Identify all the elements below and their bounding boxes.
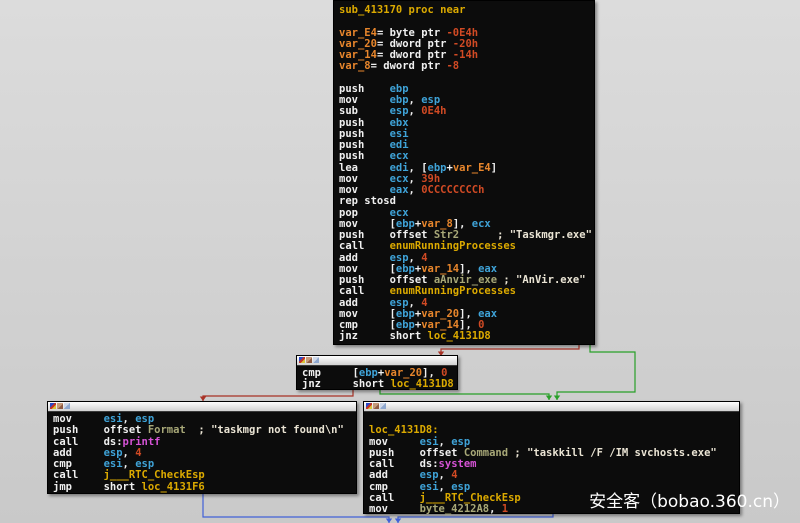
node-frame-icon[interactable] <box>313 357 319 363</box>
node-text-icon[interactable] <box>57 403 63 409</box>
node-palette-icon[interactable] <box>50 403 56 409</box>
edge-cmp-true-branch-arrowhead <box>546 396 552 401</box>
edge-left-jmp <box>203 494 389 523</box>
ida-graph-view[interactable]: sub_413170 proc near var_E4= byte ptr -0… <box>0 0 800 523</box>
edge-right-fallthrough <box>398 514 553 523</box>
code-line[interactable]: sub_413170 proc near <box>339 5 589 16</box>
edge-right-fallthrough-arrowhead <box>395 519 401 523</box>
basic-block-entry[interactable]: sub_413170 proc near var_E4= byte ptr -0… <box>333 0 595 345</box>
node-frame-icon[interactable] <box>64 403 70 409</box>
node-frame-icon[interactable] <box>380 403 386 409</box>
node-text-icon[interactable] <box>306 357 312 363</box>
watermark-text: 安全客（bobao.360.cn） <box>589 487 790 512</box>
basic-block-cmp-var20[interactable]: cmp [ebp+var_20], 0jnz short loc_4131D8 <box>296 355 458 390</box>
edge-cmp-true-branch <box>380 390 549 400</box>
code-line[interactable]: jnz short loc_4131D8 <box>339 331 589 342</box>
code-line[interactable]: jnz short loc_4131D8 <box>302 379 452 390</box>
node-palette-icon[interactable] <box>366 403 372 409</box>
edge-entry-false-branch <box>441 345 579 356</box>
disassembly-listing: mov esi, esppush offset Format ; "taskmg… <box>48 412 356 493</box>
edge-entry-true-branch <box>557 345 635 400</box>
edge-left-jmp-arrowhead <box>386 519 392 523</box>
node-palette-icon[interactable] <box>299 357 305 363</box>
node-titlebar[interactable] <box>297 356 457 366</box>
node-text-icon[interactable] <box>373 403 379 409</box>
disassembly-listing: cmp [ebp+var_20], 0jnz short loc_4131D8 <box>297 366 457 391</box>
code-line[interactable]: jmp short loc_4131F6 <box>53 482 351 493</box>
disassembly-listing: sub_413170 proc near var_E4= byte ptr -0… <box>334 1 594 345</box>
node-titlebar[interactable] <box>364 402 739 412</box>
node-titlebar[interactable] <box>48 402 356 412</box>
edge-cmp-false-branch <box>203 390 353 401</box>
basic-block-taskmgr-not-found[interactable]: mov esi, esppush offset Format ; "taskmg… <box>47 401 357 494</box>
code-line[interactable]: var_8= dword ptr -8 <box>339 61 589 72</box>
edge-entry-true-branch-arrowhead <box>554 396 560 401</box>
